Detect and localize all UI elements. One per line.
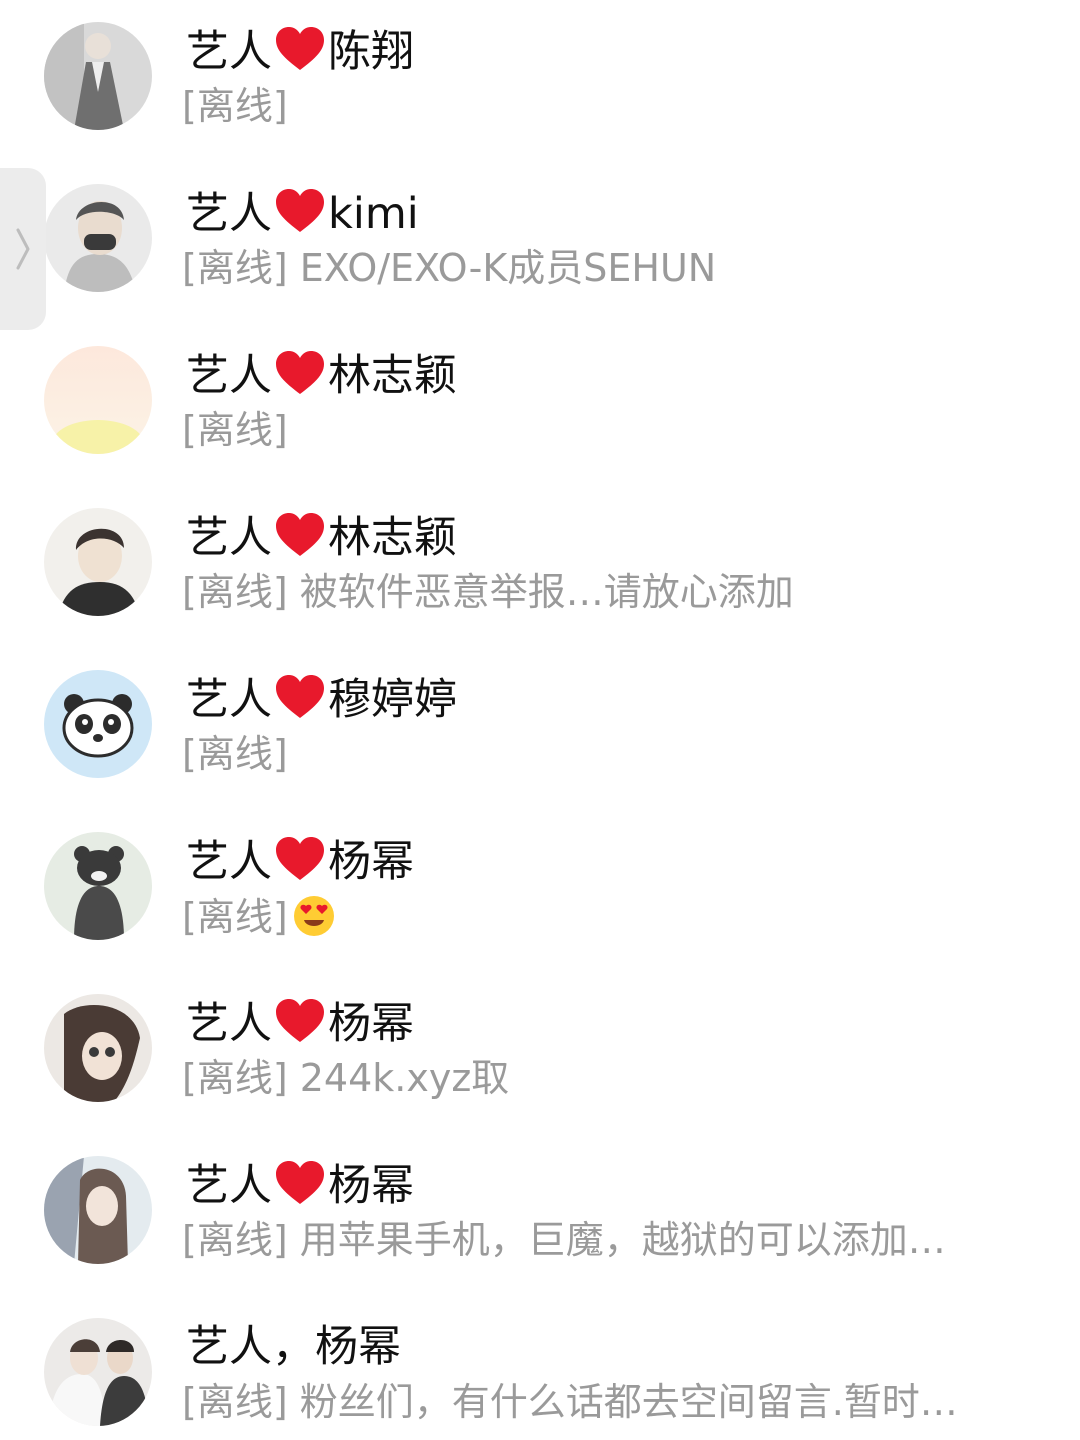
chevron-right-icon <box>16 228 30 270</box>
bear-mascot-avatar[interactable] <box>44 832 152 940</box>
contact-item[interactable]: 艺人 杨幂 [离线] 244k.xyz取 <box>0 972 1080 1134</box>
contact-item[interactable]: 艺人 穆婷婷 [离线] <box>0 648 1080 810</box>
contact-item[interactable]: 艺人 杨幂 [离线] 用苹果手机，巨魔，越狱的可以添加… <box>0 1134 1080 1296</box>
contact-item[interactable]: 艺人 陈翔 [离线] <box>0 0 1080 162</box>
heart-icon <box>276 999 324 1042</box>
woman-portrait-avatar[interactable] <box>44 1156 152 1264</box>
heart-icon <box>276 837 324 880</box>
contact-list: 艺人陈翔 [离线] 艺人kimi [离线] EXO/EXO-K成员SEHUN <box>0 0 1080 1440</box>
contact-status: [离线] 用苹果手机，巨魔，越狱的可以添加… <box>182 1218 946 1262</box>
contact-item[interactable]: 艺人 林志颖 [离线] <box>0 324 1080 486</box>
panda-avatar[interactable] <box>44 670 152 778</box>
contact-name: 艺人，杨幂 <box>186 1322 401 1372</box>
contact-name: 艺人 陈翔 <box>186 27 414 77</box>
contact-status: [离线] <box>182 84 288 128</box>
contact-item[interactable]: 艺人 林志颖 [离线] 被软件恶意举报…请放心添加 <box>0 486 1080 648</box>
contact-status: [离线] EXO/EXO-K成员SEHUN <box>182 246 717 290</box>
heart-icon <box>276 675 324 718</box>
heart-icon <box>276 351 324 394</box>
woman-selfie-avatar[interactable] <box>44 994 152 1102</box>
heart-icon <box>276 1161 324 1204</box>
contact-status: [离线] 粉丝们，有什么话都去空间留言.暂时… <box>182 1380 958 1424</box>
contact-name: 艺人 杨幂 <box>186 837 414 887</box>
contact-status: [离线] <box>182 732 288 776</box>
contact-status: [离线] 244k.xyz取 <box>182 1056 510 1100</box>
contact-name: 艺人 穆婷婷 <box>186 675 457 725</box>
sunrise-avatar[interactable] <box>44 346 152 454</box>
wedding-couple-avatar[interactable] <box>44 1318 152 1426</box>
contact-status: [离线] <box>182 894 336 939</box>
contact-item[interactable]: 艺人 kimi [离线] EXO/EXO-K成员SEHUN <box>0 162 1080 324</box>
heart-icon <box>276 27 324 70</box>
contact-name: 艺人 杨幂 <box>186 999 414 1049</box>
contact-name: 艺人 林志颖 <box>186 351 457 401</box>
contact-status: [离线] <box>182 408 288 452</box>
contact-name: 艺人 林志颖 <box>186 513 457 563</box>
heart-icon <box>276 189 324 232</box>
contact-name: 艺人 杨幂 <box>186 1161 414 1211</box>
side-drawer-handle[interactable] <box>0 168 46 330</box>
contact-item[interactable]: 艺人 杨幂 [离线] <box>0 810 1080 972</box>
contact-name: 艺人 kimi <box>186 189 419 239</box>
contact-item[interactable]: 艺人，杨幂 [离线] 粉丝们，有什么话都去空间留言.暂时… <box>0 1296 1080 1440</box>
heart-icon <box>276 513 324 556</box>
heart-eyes-emoji <box>293 896 334 936</box>
young-man-avatar[interactable] <box>44 508 152 616</box>
person-mask-avatar[interactable] <box>44 184 152 292</box>
person-suit-avatar[interactable] <box>44 22 152 130</box>
contact-status: [离线] 被软件恶意举报…请放心添加 <box>182 570 794 614</box>
